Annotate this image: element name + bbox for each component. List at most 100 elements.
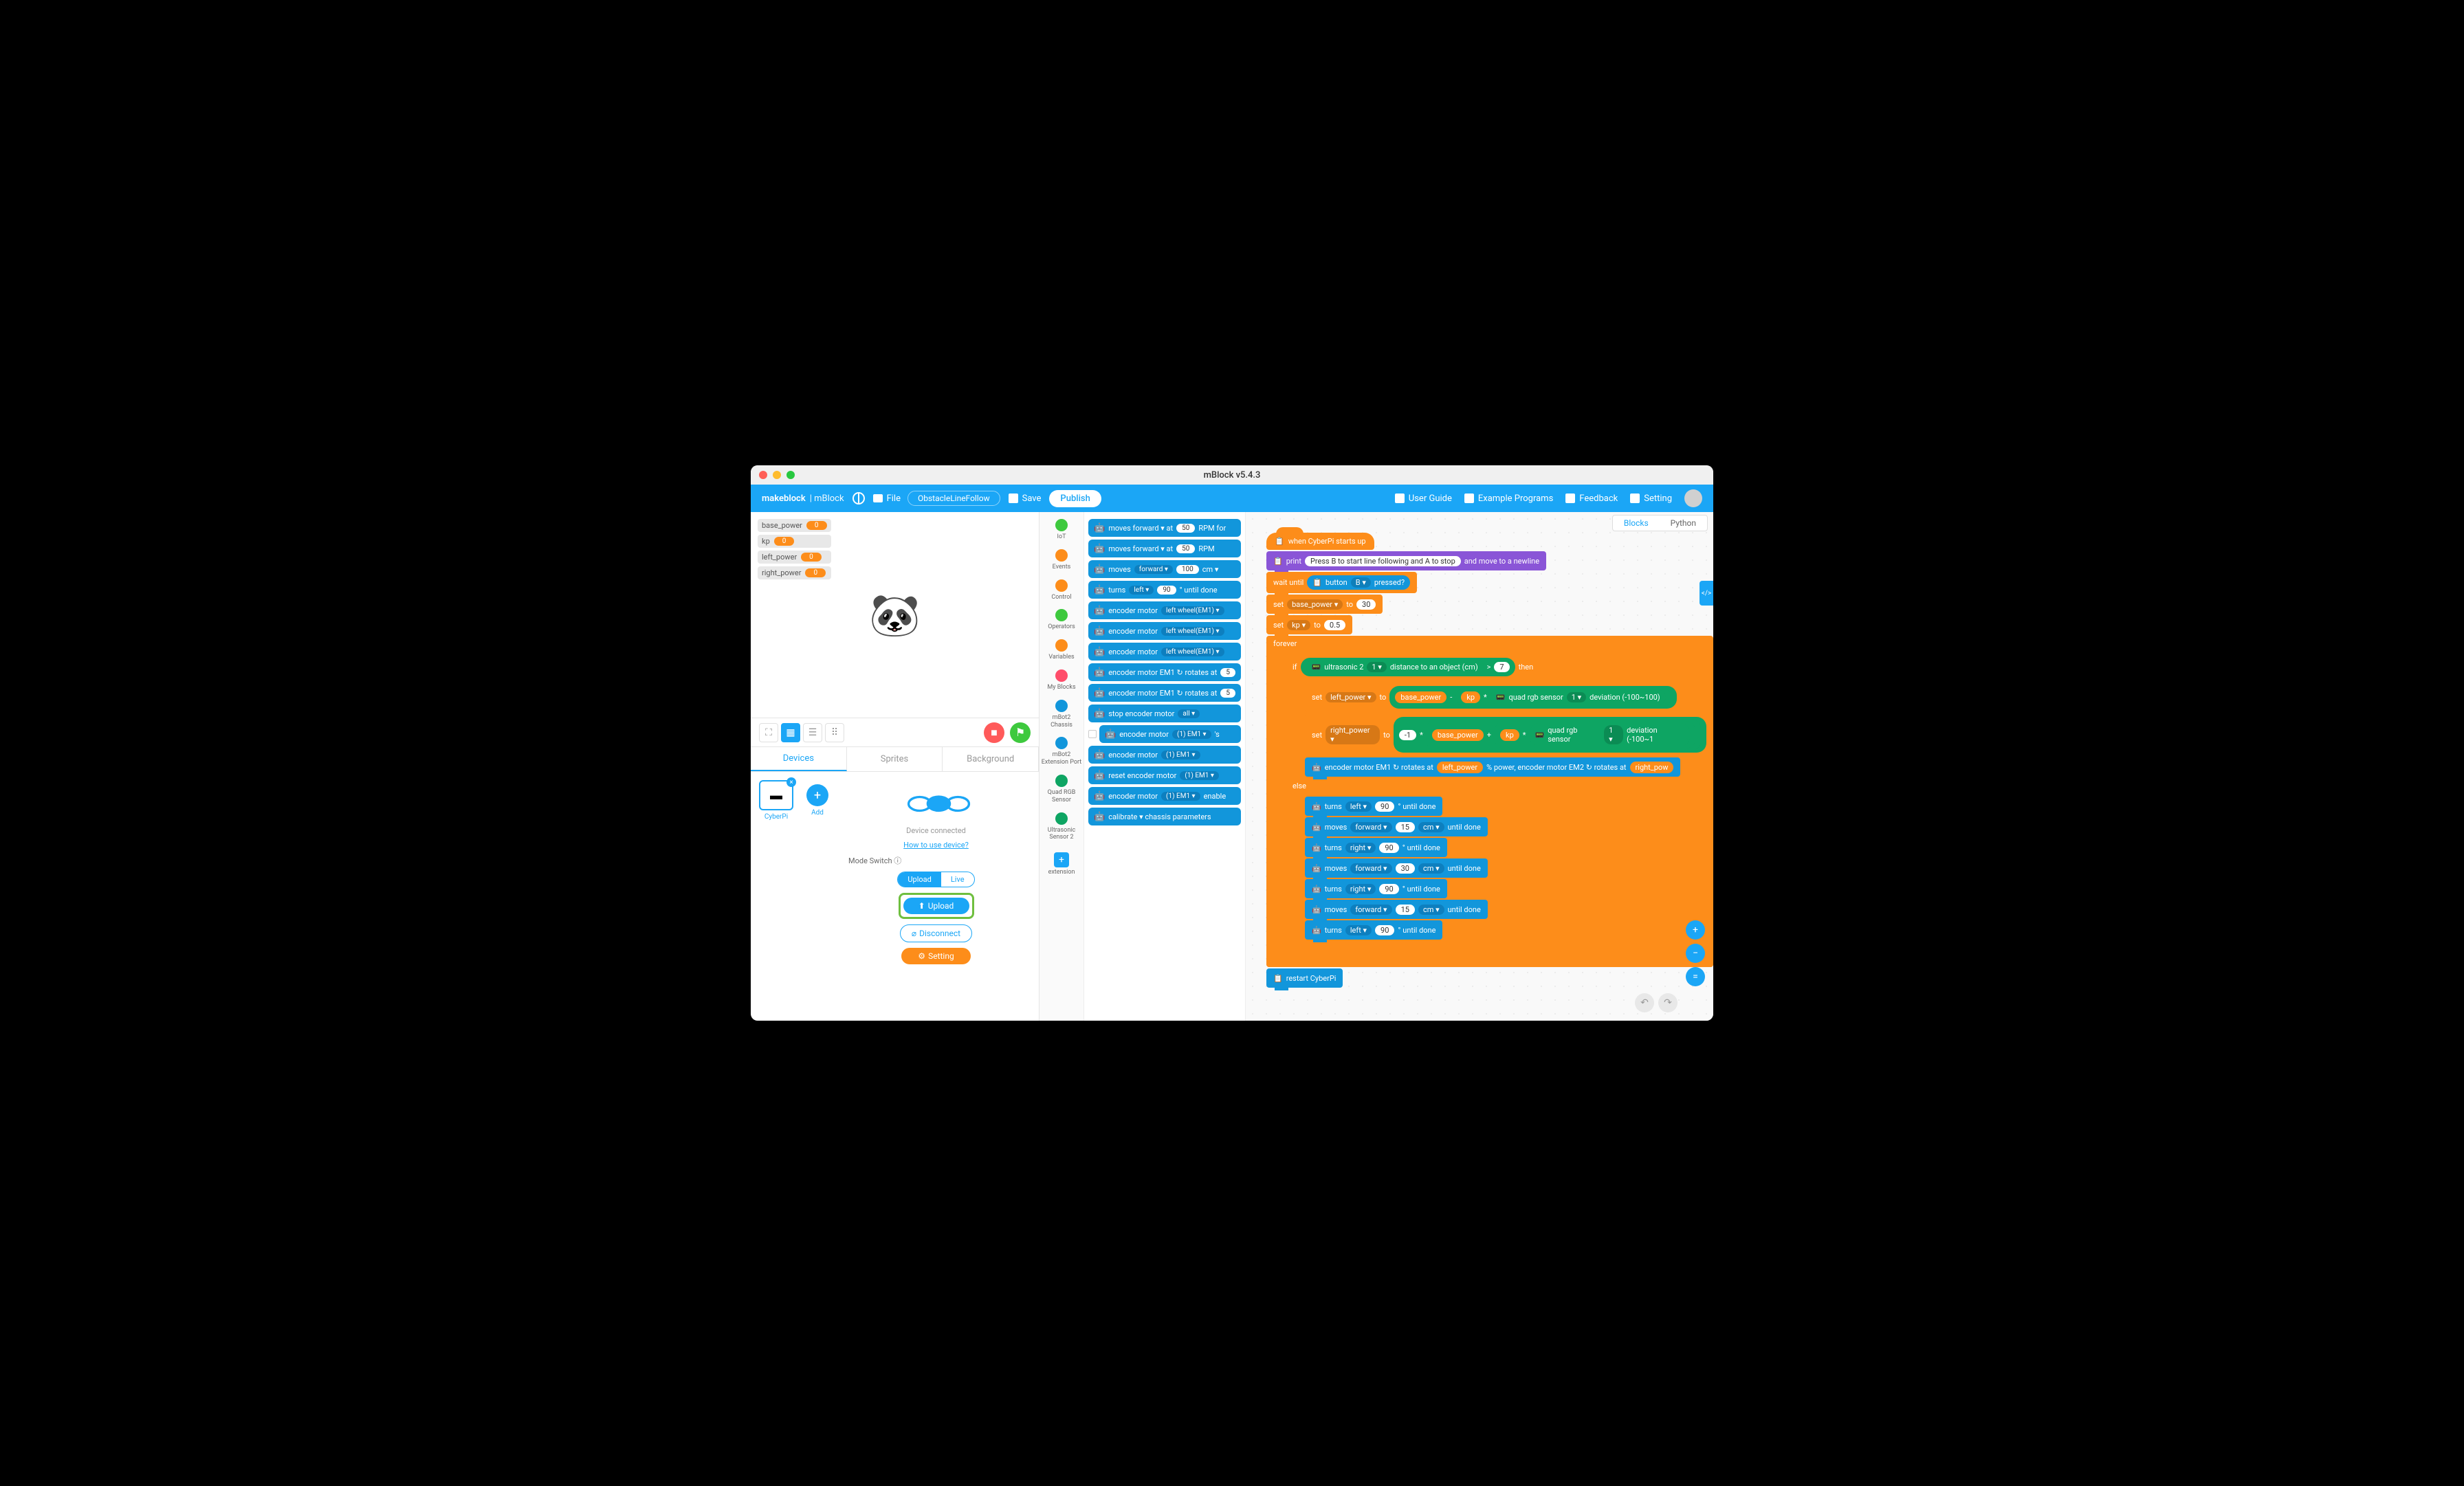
cat-mbot2-chassis[interactable]: mBot2 Chassis [1040, 696, 1084, 733]
upload-button[interactable]: ⬆Upload [903, 898, 969, 914]
palette-block[interactable]: 🤖encoder motorleft wheel(EM1) ▾ [1088, 601, 1241, 619]
upload-highlight: ⬆Upload [899, 893, 974, 919]
disconnect-button[interactable]: ⌀Disconnect [900, 924, 972, 942]
tab-background[interactable]: Background [943, 747, 1039, 771]
view-list-button[interactable]: ☰ [803, 723, 822, 742]
upload-label: Upload [928, 901, 954, 911]
publish-button[interactable]: Publish [1049, 490, 1101, 507]
view-thumb-button[interactable]: ⠿ [825, 723, 844, 742]
disconnect-label: Disconnect [919, 929, 960, 938]
turn-right-1: 🤖turnsright ▾90° until done [1305, 838, 1447, 857]
chat-icon [1565, 494, 1575, 503]
zoom-out-button[interactable]: − [1686, 944, 1705, 963]
set-basepower: setbase_power ▾to30 [1266, 595, 1383, 614]
save-button[interactable]: Save [1009, 494, 1042, 504]
cat-iot[interactable]: IoT [1040, 515, 1084, 545]
workspace[interactable]: Blocks Python </> 📋 when CyberPi starts … [1246, 512, 1713, 1021]
set-leftpower: setleft_power ▾to base_power-kp*📟 quad r… [1305, 683, 1684, 712]
hat-block: 📋 when CyberPi starts up [1266, 533, 1374, 550]
titlebar: mBlock v5.4.3 [751, 465, 1713, 485]
device-status: Device connected [906, 826, 966, 835]
cat-events[interactable]: Events [1040, 545, 1084, 575]
palette-block[interactable]: 🤖encoder motor(1) EM1 ▾ [1088, 746, 1241, 764]
device-setting-button[interactable]: ⚙Setting [901, 948, 970, 964]
category-column: IoTEventsControlOperatorsVariablesMy Blo… [1040, 512, 1084, 1021]
device-remove-icon[interactable]: × [786, 777, 796, 787]
block-palette[interactable]: 🤖moves forward ▾ at50RPM for 🤖moves forwa… [1084, 512, 1246, 1021]
extension-button[interactable]: +extension [1040, 845, 1084, 880]
project-name-input[interactable]: ObstacleLineFollow [908, 491, 1000, 506]
palette-block[interactable]: 🤖encoder motorleft wheel(EM1) ▾ [1088, 643, 1241, 661]
palette-block[interactable]: 🤖encoder motor(1) EM1 ▾'s [1088, 725, 1241, 743]
set-rightpower: setright_power ▾to -1*base_power+kp*📟 qu… [1305, 713, 1713, 756]
cat-operators[interactable]: Operators [1040, 605, 1084, 635]
cat-ultrasonic-sensor-2[interactable]: Ultrasonic Sensor 2 [1040, 808, 1084, 846]
turn-left-2: 🤖turnsleft ▾90° until done [1305, 920, 1442, 940]
palette-block[interactable]: 🤖reset encoder motor(1) EM1 ▾ [1088, 766, 1241, 784]
save-label: Save [1022, 494, 1042, 504]
set-kp: setkp ▾to0.5 [1266, 615, 1352, 634]
cat-my-blocks[interactable]: My Blocks [1040, 665, 1084, 696]
folder-icon [873, 494, 883, 502]
examples-label: Example Programs [1478, 494, 1553, 504]
add-device-button[interactable]: + Add [800, 780, 835, 1012]
wait-block: wait until📋 buttonB ▾pressed? [1266, 572, 1417, 593]
device-help-link[interactable]: How to use device? [903, 841, 969, 850]
cat-quad-rgb-sensor[interactable]: Quad RGB Sensor [1040, 770, 1084, 808]
zoom-reset-button[interactable]: = [1686, 967, 1705, 986]
menubar: makeblock | mBlock File ObstacleLineFoll… [751, 485, 1713, 512]
turn-right-2: 🤖turnsright ▾90° until done [1305, 879, 1447, 898]
device-tile[interactable]: ▬× CyberPi [759, 780, 793, 821]
fullscreen-button[interactable]: ⛶ [759, 723, 778, 742]
tab-devices[interactable]: Devices [751, 747, 847, 771]
maximize-icon[interactable] [786, 471, 795, 479]
file-menu[interactable]: File [873, 494, 901, 504]
palette-block[interactable]: 🤖moves forward ▾ at50RPM [1088, 540, 1241, 557]
examples-link[interactable]: Example Programs [1464, 494, 1553, 504]
print-block: 📋printPress B to start line following an… [1266, 551, 1546, 570]
zoom-in-button[interactable]: + [1686, 920, 1705, 940]
feedback-label: Feedback [1579, 494, 1618, 504]
feedback-link[interactable]: Feedback [1565, 494, 1618, 504]
plus-icon: + [806, 784, 828, 806]
close-icon[interactable] [759, 471, 767, 479]
avatar[interactable] [1684, 489, 1702, 507]
palette-block[interactable]: 🤖encoder motor EM1 ↻ rotates at5 [1088, 663, 1241, 681]
encoder-block: 🤖encoder motor EM1 ↻ rotates atleft_powe… [1305, 757, 1680, 777]
sprite-panda[interactable]: 🐼 [869, 590, 921, 639]
file-label: File [887, 494, 901, 504]
cat-control[interactable]: Control [1040, 575, 1084, 606]
var-left_power: left_power0 [758, 551, 831, 564]
view-grid-button[interactable]: ▦ [781, 723, 800, 742]
tab-python[interactable]: Python [1660, 515, 1707, 531]
cat-variables[interactable]: Variables [1040, 635, 1084, 665]
mode-switch-label: Mode Switch ⓘ [848, 855, 901, 866]
minimize-icon[interactable] [773, 471, 781, 479]
cat-mbot2-extension-port[interactable]: mBot2 Extension Port [1040, 733, 1084, 770]
palette-block[interactable]: 🤖stop encoder motorall ▾ [1088, 705, 1241, 722]
palette-block[interactable]: 🤖encoder motorleft wheel(EM1) ▾ [1088, 622, 1241, 640]
gear-icon: ⚙ [918, 951, 925, 961]
mode-upload[interactable]: Upload [898, 872, 940, 887]
globe-icon[interactable] [852, 492, 865, 504]
palette-block[interactable]: 🤖encoder motor(1) EM1 ▾enable [1088, 787, 1241, 805]
redo-button[interactable]: ↷ [1658, 993, 1678, 1012]
script-stack[interactable]: 📋 when CyberPi starts up 📋printPress B t… [1266, 533, 1713, 988]
var-right_power: right_power0 [758, 566, 831, 579]
library-icon [1464, 494, 1474, 503]
user-guide-link[interactable]: User Guide [1395, 494, 1452, 504]
mode-switch[interactable]: Upload Live [897, 872, 974, 887]
settings-button[interactable]: Setting [1630, 494, 1672, 504]
palette-block[interactable]: 🤖movesforward ▾100cm ▾ [1088, 560, 1241, 578]
undo-button[interactable]: ↶ [1635, 993, 1654, 1012]
stop-button[interactable]: ■ [984, 722, 1004, 743]
palette-block[interactable]: 🤖encoder motor EM1 ↻ rotates at5 [1088, 684, 1241, 702]
palette-block[interactable]: 🤖turnsleft ▾90° until done [1088, 581, 1241, 599]
add-label: Add [800, 809, 835, 817]
tab-blocks[interactable]: Blocks [1613, 515, 1660, 531]
palette-block[interactable]: 🤖calibrate ▾ chassis parameters [1088, 808, 1241, 825]
mode-live[interactable]: Live [941, 872, 974, 887]
palette-block[interactable]: 🤖moves forward ▾ at50RPM for [1088, 519, 1241, 537]
tab-sprites[interactable]: Sprites [847, 747, 943, 771]
flag-button[interactable]: ⚑ [1010, 722, 1031, 743]
